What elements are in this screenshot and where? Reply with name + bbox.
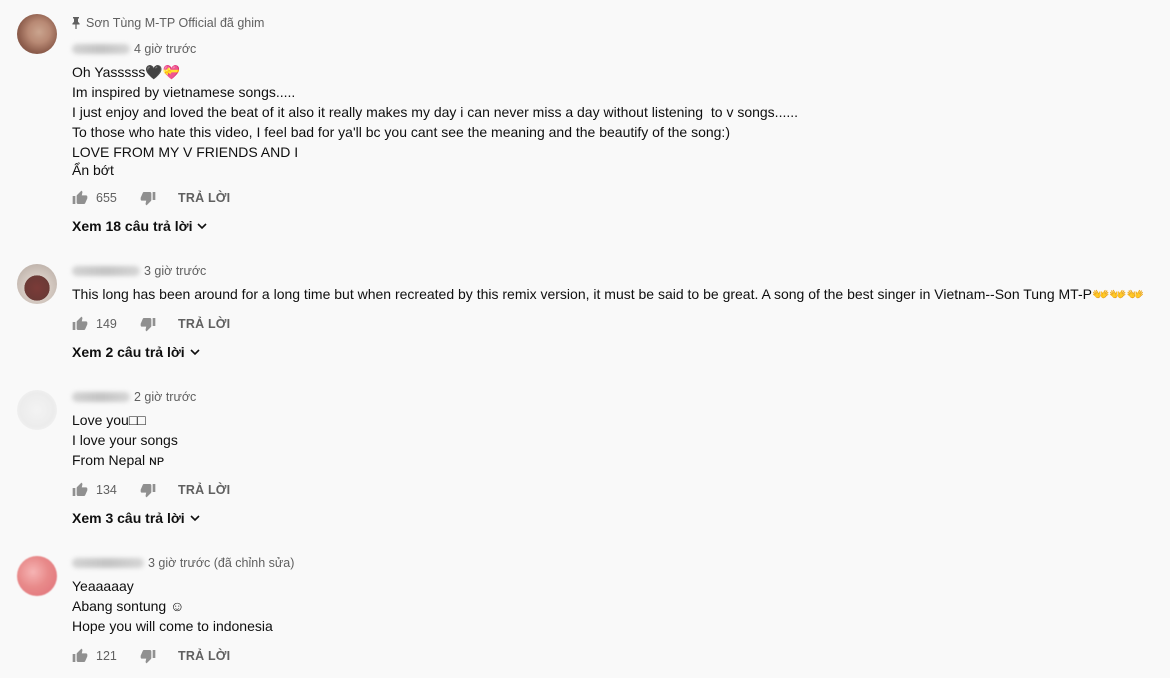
- chevron-down-icon: [190, 515, 200, 522]
- author-name[interactable]: [72, 392, 130, 402]
- comment-line: Hope you will come to indonesia: [72, 618, 273, 634]
- comment-line: Im inspired by vietnamese songs.....: [72, 84, 296, 100]
- comment-time[interactable]: 3 giờ trước: [144, 264, 206, 278]
- reply-button[interactable]: TRẢ LỜI: [178, 483, 230, 497]
- like-count: 149: [96, 317, 117, 331]
- view-replies-label: Xem 3 câu trả lời: [72, 510, 185, 526]
- avatar[interactable]: [17, 390, 57, 430]
- thumbs-up-icon[interactable]: [72, 648, 88, 664]
- view-replies-label: Xem 2 câu trả lời: [72, 344, 185, 360]
- comment-meta: 3 giờ trước (đã chỉnh sửa): [72, 556, 294, 570]
- thumbs-down-icon[interactable]: [140, 648, 156, 664]
- like-count: 121: [96, 649, 117, 663]
- like-count: 134: [96, 483, 117, 497]
- thumbs-up-icon[interactable]: [72, 316, 88, 332]
- view-replies-button[interactable]: Xem 2 câu trả lời: [72, 344, 201, 360]
- comment-time[interactable]: 3 giờ trước (đã chỉnh sửa): [148, 556, 294, 570]
- author-name[interactable]: [72, 44, 130, 54]
- thumbs-down-icon[interactable]: [140, 482, 156, 498]
- author-name[interactable]: [72, 266, 140, 276]
- chevron-down-icon: [197, 223, 208, 230]
- view-replies-button[interactable]: Xem 18 câu trả lời: [72, 218, 208, 234]
- avatar[interactable]: [17, 14, 57, 54]
- comment-line: Abang sontung ☺: [72, 598, 185, 614]
- pin-icon: [72, 17, 80, 29]
- avatar[interactable]: [17, 264, 57, 304]
- comment-meta: 4 giờ trước: [72, 42, 196, 56]
- comment-meta: 2 giờ trước: [72, 390, 196, 404]
- comment-actions: 149 TRẢ LỜI: [72, 316, 230, 332]
- view-replies-button[interactable]: Xem 3 câu trả lời: [72, 510, 201, 526]
- comment-meta: 3 giờ trước: [72, 264, 206, 278]
- pinned-label: Sơn Tùng M-TP Official đã ghim: [72, 16, 264, 30]
- like-count: 655: [96, 191, 117, 205]
- comment-line: Love you□□: [72, 412, 146, 428]
- comment-line: This long has been around for a long tim…: [72, 286, 1145, 302]
- view-replies-label: Xem 18 câu trả lời: [72, 218, 193, 234]
- comment-time[interactable]: 2 giờ trước: [134, 390, 196, 404]
- thumbs-up-icon[interactable]: [72, 190, 88, 206]
- comment-line: To those who hate this video, I feel bad…: [72, 124, 730, 140]
- comment-line: LOVE FROM MY V FRIENDS AND I: [72, 144, 299, 160]
- author-name[interactable]: [72, 558, 144, 568]
- thumbs-up-icon[interactable]: [72, 482, 88, 498]
- comment-line: I love your songs: [72, 432, 178, 448]
- reply-button[interactable]: TRẢ LỜI: [178, 317, 230, 331]
- avatar[interactable]: [17, 556, 57, 596]
- show-less-button[interactable]: Ẩn bớt: [72, 162, 114, 178]
- comment-actions: 134 TRẢ LỜI: [72, 482, 230, 498]
- pinned-text: Sơn Tùng M-TP Official đã ghim: [86, 16, 265, 30]
- comment-line: From Nepal ɴᴘ: [72, 452, 165, 468]
- comment-actions: 121 TRẢ LỜI: [72, 648, 230, 664]
- comment-time[interactable]: 4 giờ trước: [134, 42, 196, 56]
- comment-line: Oh Yasssss🖤💝: [72, 64, 181, 80]
- thumbs-down-icon[interactable]: [140, 190, 156, 206]
- comment-line: I just enjoy and loved the beat of it al…: [72, 104, 799, 120]
- reply-button[interactable]: TRẢ LỜI: [178, 649, 230, 663]
- reply-button[interactable]: TRẢ LỜI: [178, 191, 230, 205]
- thumbs-down-icon[interactable]: [140, 316, 156, 332]
- chevron-down-icon: [190, 349, 200, 356]
- comment-line: Yeaaaaay: [72, 578, 134, 594]
- comment-actions: 655 TRẢ LỜI: [72, 190, 230, 206]
